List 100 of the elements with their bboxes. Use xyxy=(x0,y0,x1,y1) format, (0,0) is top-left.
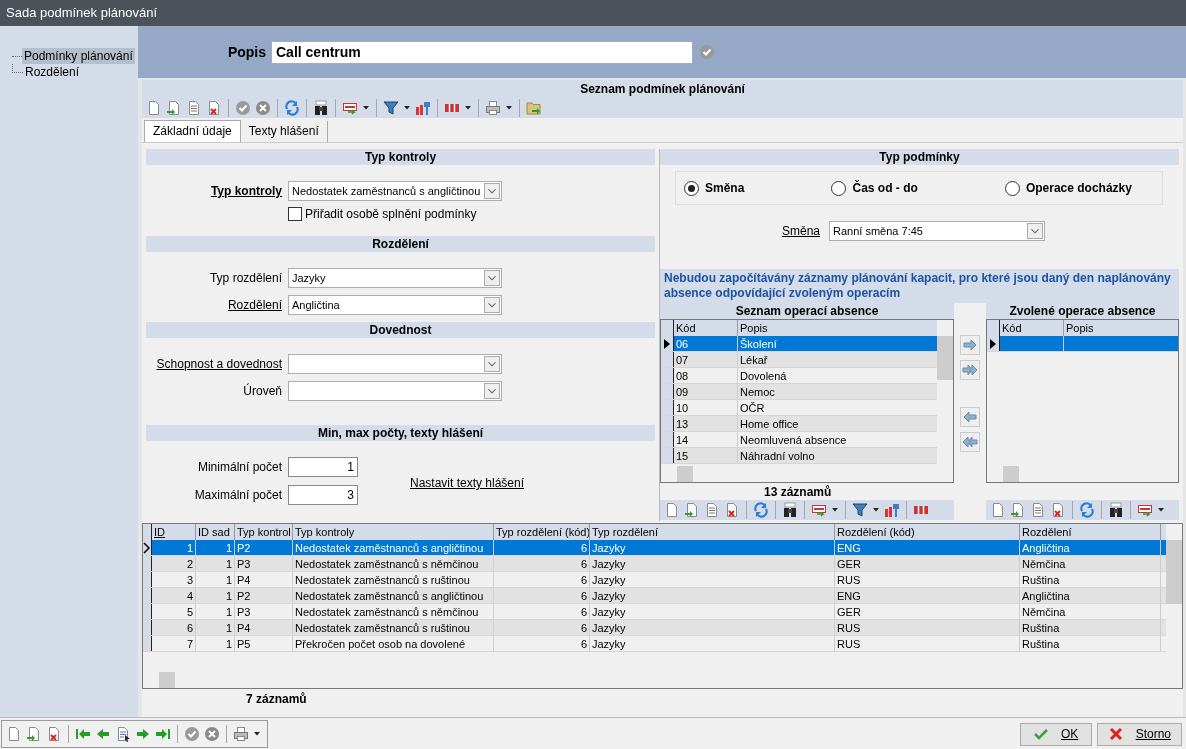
radio-button[interactable] xyxy=(831,180,847,196)
row-header[interactable] xyxy=(987,336,1000,351)
table-cell[interactable]: 15 xyxy=(674,448,738,463)
table-cell[interactable]: Němčina xyxy=(1020,556,1161,571)
printer-icon[interactable] xyxy=(233,726,249,742)
copy-document-icon[interactable] xyxy=(26,726,42,742)
table-cell[interactable]: 1 xyxy=(152,540,196,555)
printer-icon[interactable] xyxy=(485,100,501,116)
filter-icon[interactable] xyxy=(383,100,399,116)
dropdown-field[interactable]: Nedostatek zaměstnanců s angličtinou xyxy=(288,181,502,201)
new-document-icon[interactable] xyxy=(146,100,162,116)
table-cell[interactable]: Jazyky xyxy=(590,572,835,587)
table-cell[interactable]: Nedostatek zaměstnanců s angličtinou xyxy=(293,588,494,603)
confirm-icon[interactable] xyxy=(699,44,715,60)
table-cell[interactable]: Jazyky xyxy=(590,636,835,651)
checkbox[interactable] xyxy=(288,207,302,221)
table-cell[interactable]: 1 xyxy=(196,572,235,587)
table-cell[interactable]: Jazyky xyxy=(590,604,835,619)
row-header[interactable] xyxy=(143,588,152,603)
chevron-icon[interactable] xyxy=(484,183,500,199)
row-header[interactable] xyxy=(661,352,674,367)
row-header[interactable] xyxy=(143,556,152,571)
table-cell[interactable]: Jazyky xyxy=(590,540,835,555)
cancel-icon[interactable] xyxy=(204,726,220,742)
table-cell[interactable]: P3 xyxy=(235,556,293,571)
refresh-icon[interactable] xyxy=(753,502,769,518)
table-cell[interactable]: ENG xyxy=(835,540,1020,555)
description-field[interactable]: Call centrum xyxy=(271,40,693,64)
row-header[interactable] xyxy=(143,572,152,587)
field-label[interactable]: Rozdělení xyxy=(146,298,282,312)
table-cell[interactable]: Angličtina xyxy=(1020,588,1161,603)
binoculars-icon[interactable] xyxy=(1108,502,1124,518)
folder-export-icon[interactable] xyxy=(526,100,542,116)
row-header[interactable] xyxy=(143,636,152,651)
new-document-icon[interactable] xyxy=(6,726,22,742)
table-cell[interactable]: GER xyxy=(835,604,1020,619)
table-cell[interactable]: 08 xyxy=(674,368,738,383)
table-cell[interactable]: 6 xyxy=(494,556,590,571)
table-cell[interactable]: P2 xyxy=(235,540,293,555)
table-cell[interactable]: Ruština xyxy=(1020,620,1161,635)
delete-document-icon[interactable] xyxy=(1050,502,1066,518)
table-cell[interactable]: 1 xyxy=(196,604,235,619)
refresh-icon[interactable] xyxy=(1079,502,1095,518)
dropdown-field[interactable]: Ranní směna 7:45 xyxy=(829,221,1046,241)
table-cell[interactable]: P3 xyxy=(235,604,293,619)
tab[interactable]: Základní údaje xyxy=(144,120,241,142)
table-cell[interactable]: RUS xyxy=(835,572,1020,587)
field-label[interactable]: Směna xyxy=(782,223,821,239)
table-cell[interactable]: Nedostatek zaměstnanců s němčinou xyxy=(293,556,494,571)
table-cell[interactable]: 6 xyxy=(494,572,590,587)
table-cell[interactable]: 06 xyxy=(674,336,738,351)
table-cell[interactable]: RUS xyxy=(835,636,1020,651)
ok-button[interactable]: OK xyxy=(1019,722,1092,746)
table-cell[interactable]: P2 xyxy=(235,588,293,603)
table-cell[interactable]: P4 xyxy=(235,620,293,635)
chevron-icon[interactable] xyxy=(484,297,500,313)
radio-button[interactable] xyxy=(684,180,699,196)
move-all-right-button[interactable] xyxy=(960,360,980,380)
first-record-icon[interactable] xyxy=(75,726,91,742)
field-label[interactable]: Schopnost a dovednost xyxy=(146,357,282,371)
row-header[interactable] xyxy=(661,448,674,463)
confirm-icon[interactable] xyxy=(184,726,200,742)
row-header[interactable] xyxy=(143,620,152,635)
table-cell[interactable]: 6 xyxy=(494,540,590,555)
binoculars-icon[interactable] xyxy=(313,100,329,116)
edit-document-icon[interactable] xyxy=(1030,502,1046,518)
dropdown-field[interactable]: Jazyky xyxy=(288,268,502,288)
table-cell[interactable]: P5 xyxy=(235,636,293,651)
new-document-icon[interactable] xyxy=(990,502,1006,518)
copy-document-icon[interactable] xyxy=(1010,502,1026,518)
table-cell[interactable]: P4 xyxy=(235,572,293,587)
detail-icon[interactable] xyxy=(115,726,131,742)
copy-document-icon[interactable] xyxy=(166,100,182,116)
delete-document-icon[interactable] xyxy=(46,726,62,742)
row-header[interactable] xyxy=(143,540,152,555)
tree-item[interactable]: Podmínky plánování xyxy=(22,48,135,64)
cancel-icon[interactable] xyxy=(255,100,271,116)
sort-icon[interactable] xyxy=(1137,502,1153,518)
new-document-icon[interactable] xyxy=(664,502,680,518)
row-header[interactable] xyxy=(661,368,674,383)
move-right-button[interactable] xyxy=(960,335,980,355)
table-cell[interactable]: Nedostatek zaměstnanců s ruštinou xyxy=(293,572,494,587)
table-cell[interactable]: Jazyky xyxy=(590,620,835,635)
tree-item[interactable]: Rozdělení xyxy=(23,64,82,80)
table-cell[interactable]: Nedostatek zaměstnanců s angličtinou xyxy=(293,540,494,555)
table-cell[interactable]: 1 xyxy=(196,588,235,603)
number-field[interactable]: 3 xyxy=(288,485,358,505)
table-cell[interactable]: Ruština xyxy=(1020,572,1161,587)
dropdown-field[interactable] xyxy=(288,354,502,374)
table-cell[interactable]: 10 xyxy=(674,400,738,415)
row-header[interactable] xyxy=(661,416,674,431)
table-cell[interactable]: 6 xyxy=(494,636,590,651)
table-cell[interactable]: 1 xyxy=(196,620,235,635)
row-header[interactable] xyxy=(661,432,674,447)
cancel-button[interactable]: Storno xyxy=(1096,722,1182,746)
table-cell[interactable]: 07 xyxy=(674,352,738,367)
table-cell[interactable]: 6 xyxy=(494,604,590,619)
table-cell[interactable]: 1 xyxy=(196,540,235,555)
chevron-icon[interactable] xyxy=(1027,223,1044,239)
table-cell[interactable]: 5 xyxy=(152,604,196,619)
